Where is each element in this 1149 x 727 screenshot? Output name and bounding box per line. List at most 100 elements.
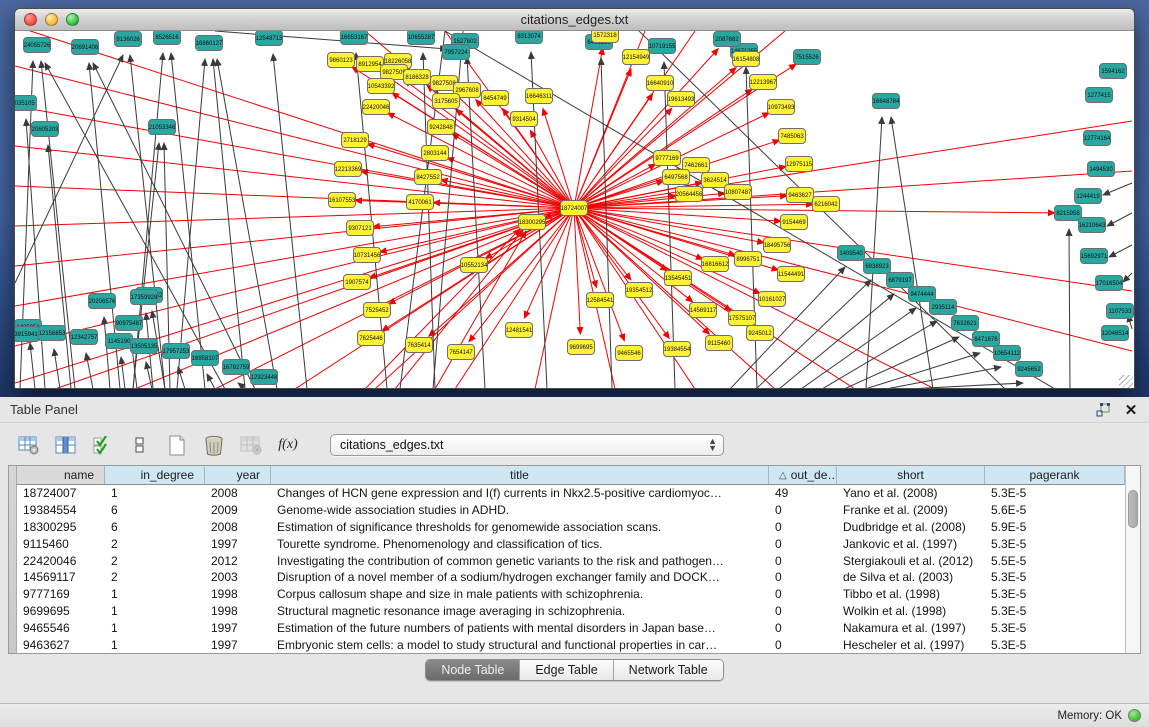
function-builder-icon[interactable]: f(x) <box>275 433 301 457</box>
graph-node[interactable]: 16154808 <box>733 52 761 67</box>
column-header-in_degree[interactable]: in_degree <box>105 466 205 484</box>
graph-node[interactable]: 8186328 <box>404 70 431 85</box>
graph-node[interactable]: 9699695 <box>568 340 595 355</box>
graph-node[interactable]: 16860127 <box>196 36 224 51</box>
table-row[interactable]: 969969511998Structural magnetic resonanc… <box>17 603 1125 620</box>
graph-node[interactable]: 20206576 <box>89 294 117 309</box>
graph-node[interactable]: 8454749 <box>482 91 509 106</box>
graph-node[interactable]: 3915941 <box>15 327 40 342</box>
graph-node[interactable]: 1594162 <box>1100 64 1127 79</box>
graph-node[interactable]: 20564456 <box>676 187 704 202</box>
citation-network-graph[interactable]: 2405572620691406913602685265161686012712… <box>15 31 1134 389</box>
graph-node[interactable]: 21053346 <box>149 120 177 135</box>
graph-node[interactable]: 1572318 <box>592 31 619 43</box>
table-row[interactable]: 2242004622012Investigating the contribut… <box>17 552 1125 569</box>
graph-node[interactable]: 90975487 <box>116 316 144 331</box>
graph-node[interactable]: 3175605 <box>433 94 460 109</box>
graph-node[interactable]: 12342757 <box>71 330 99 345</box>
graph-node[interactable]: 9136026 <box>115 32 142 47</box>
column-header-out_de[interactable]: △out_de… <box>769 466 837 484</box>
graph-node[interactable]: 4170061 <box>407 195 434 210</box>
graph-node[interactable]: 7654147 <box>448 345 475 360</box>
graph-node[interactable]: 16210643 <box>1079 218 1107 233</box>
graph-node[interactable]: 8313074 <box>516 31 543 44</box>
zoom-button[interactable] <box>66 13 79 26</box>
graph-node[interactable]: 10719155 <box>649 39 677 54</box>
graph-node[interactable]: 13545451 <box>665 271 693 286</box>
graph-node[interactable]: 8427552 <box>415 170 442 185</box>
graph-node[interactable]: 9860123 <box>328 53 355 68</box>
graph-node[interactable]: 12584541 <box>587 293 615 308</box>
row-selection-mode-icon[interactable] <box>90 433 116 457</box>
graph-node[interactable]: 17957253 <box>163 344 191 359</box>
graph-node[interactable]: 2087682 <box>714 32 741 47</box>
graph-node[interactable]: 8996751 <box>735 252 762 267</box>
graph-node[interactable]: 1494530 <box>1088 162 1115 177</box>
graph-node[interactable]: 12481541 <box>506 323 534 338</box>
window-titlebar[interactable]: citations_edges.txt <box>15 9 1134 31</box>
graph-node[interactable]: 8215958 <box>1055 206 1082 221</box>
graph-node[interactable]: 16648784 <box>873 94 901 109</box>
graph-node[interactable]: 9245652 <box>1016 362 1043 377</box>
column-header-year[interactable]: year <box>205 466 271 484</box>
graph-node[interactable]: 22420046 <box>363 100 391 115</box>
hub-node[interactable]: 18724007 <box>561 201 589 216</box>
graph-node[interactable]: 8471676 <box>973 332 1000 347</box>
graph-node[interactable]: 16646311 <box>526 89 553 104</box>
float-window-icon[interactable] <box>1095 402 1111 418</box>
network-view-canvas[interactable]: 2405572620691406913602685265161686012712… <box>15 31 1134 389</box>
graph-node[interactable]: 19354512 <box>626 283 654 298</box>
graph-node[interactable]: 2803144 <box>422 146 449 161</box>
column-header-title[interactable]: title <box>271 466 769 484</box>
graph-node[interactable]: 16653167 <box>341 31 369 45</box>
graph-node[interactable]: 2035105 <box>15 96 37 111</box>
graph-node[interactable]: 24055726 <box>24 38 52 53</box>
graph-node[interactable]: 18495756 <box>764 238 792 253</box>
table-row[interactable]: 1872400712008Changes of HCN gene express… <box>17 485 1125 502</box>
graph-node[interactable]: 7525452 <box>364 303 391 318</box>
graph-node[interactable]: 1277415 <box>1086 88 1113 103</box>
graph-node[interactable]: 12975115 <box>786 157 813 172</box>
tab-edge-table[interactable]: Edge Table <box>520 660 613 680</box>
attribute-table-settings-icon[interactable] <box>16 433 42 457</box>
table-row[interactable]: 1938455462009Genome-wide association stu… <box>17 502 1125 519</box>
network-window[interactable]: citations_edges.txt 24055726206914069136… <box>14 8 1135 389</box>
close-panel-icon[interactable]: ✕ <box>1123 402 1139 418</box>
column-header-name[interactable]: name <box>17 466 105 484</box>
graph-node[interactable]: 17359928 <box>131 290 159 305</box>
graph-node[interactable]: 12213967 <box>750 75 778 90</box>
table-row[interactable]: 946554611997Estimation of the future num… <box>17 619 1125 636</box>
graph-node[interactable]: 7485063 <box>779 129 806 144</box>
graph-node[interactable]: 2718129 <box>342 133 369 148</box>
graph-node[interactable]: 16958107 <box>192 351 220 366</box>
close-button[interactable] <box>24 13 37 26</box>
tab-node-table[interactable]: Node Table <box>426 660 520 680</box>
graph-node[interactable]: 9777169 <box>654 151 681 166</box>
graph-node[interactable]: 19384554 <box>664 342 692 357</box>
graph-node[interactable]: 9245012 <box>747 326 774 341</box>
graph-node[interactable]: 15692971 <box>1081 249 1109 264</box>
graph-node[interactable]: 1244419 <box>1075 189 1102 204</box>
table-selector-dropdown[interactable]: citations_edges.txt ▲▼ <box>330 434 724 456</box>
graph-node[interactable]: 7957224 <box>443 45 470 60</box>
graph-node[interactable]: 12046514 <box>1102 326 1130 341</box>
column-header-pagerank[interactable]: pagerank <box>985 466 1125 484</box>
graph-node[interactable]: 6216042 <box>813 197 840 212</box>
graph-node[interactable]: 10655287 <box>408 31 436 45</box>
graph-node[interactable]: 13505135 <box>131 339 159 354</box>
graph-node[interactable]: 12774164 <box>1084 131 1112 146</box>
graph-node[interactable]: 2935114 <box>930 300 957 315</box>
show-column-icon[interactable] <box>53 433 79 457</box>
graph-node[interactable]: 1409540 <box>838 246 865 261</box>
graph-node[interactable]: 10973493 <box>768 100 796 115</box>
graph-node[interactable]: 16640910 <box>647 76 675 91</box>
column-header-short[interactable]: short <box>837 466 985 484</box>
graph-node[interactable]: 9465546 <box>616 346 643 361</box>
graph-node[interactable]: 7625446 <box>358 331 385 346</box>
table-row[interactable]: 911546021997Tourette syndrome. Phenomeno… <box>17 535 1125 552</box>
create-new-table-icon[interactable] <box>164 433 190 457</box>
graph-node[interactable]: 12548713 <box>256 31 284 46</box>
graph-node[interactable]: 9314504 <box>511 112 538 127</box>
graph-node[interactable]: 6879197 <box>887 273 914 288</box>
graph-node[interactable]: 7515526 <box>794 50 821 65</box>
